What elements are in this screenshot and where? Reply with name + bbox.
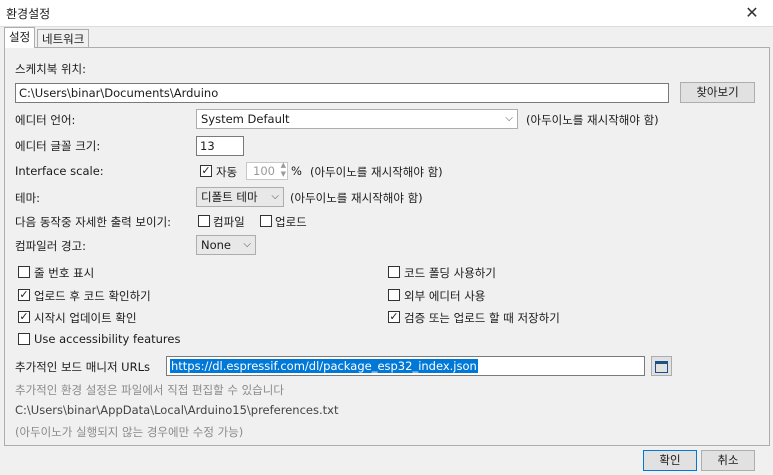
interface-scale-label: Interface scale: bbox=[15, 164, 104, 178]
spinner-arrows-icon: ▲ ▼ bbox=[280, 161, 286, 178]
verbose-upload-label: 업로드 bbox=[275, 215, 307, 229]
chevron-down-icon: ⌵ bbox=[271, 191, 279, 202]
verbose-output-label: 다음 동작중 자세한 출력 보이기: bbox=[15, 215, 172, 229]
chevron-down-icon: ⌵ bbox=[243, 239, 251, 250]
editor-language-label: 에디터 언어: bbox=[15, 113, 76, 127]
line-numbers-label: 줄 번호 표시 bbox=[34, 266, 95, 280]
cancel-button[interactable]: 취소 bbox=[701, 450, 755, 471]
verbose-compile-label: 컴파일 bbox=[213, 215, 245, 229]
window-icon bbox=[655, 361, 668, 373]
font-size-input[interactable]: 13 bbox=[196, 136, 244, 156]
scale-spinner[interactable]: 100 ▲ ▼ bbox=[246, 161, 288, 180]
verbose-compile-checkbox[interactable] bbox=[198, 215, 210, 227]
board-manager-urls-input[interactable]: https://dl.espressif.com/dl/package_esp3… bbox=[166, 356, 645, 376]
preferences-path: C:\Users\binar\AppData\Local\Arduino15\p… bbox=[15, 403, 339, 417]
browse-button[interactable]: 찾아보기 bbox=[680, 82, 755, 103]
accessibility-checkbox[interactable] bbox=[18, 333, 30, 345]
scale-value: 100 bbox=[253, 164, 275, 178]
code-folding-label: 코드 폴딩 사용하기 bbox=[404, 266, 496, 280]
theme-note: (아두이노를 재시작해야 함) bbox=[290, 191, 423, 205]
auto-scale-label: 자동 bbox=[216, 165, 238, 179]
code-folding-checkbox[interactable] bbox=[388, 266, 400, 278]
editor-language-value: System Default bbox=[201, 112, 290, 126]
compiler-warnings-value: None bbox=[201, 238, 232, 252]
ok-button[interactable]: 확인 bbox=[643, 450, 697, 471]
sketchbook-label: 스케치북 위치: bbox=[15, 62, 87, 76]
editor-language-note: (아두이노를 재시작해야 함) bbox=[526, 113, 659, 127]
settings-panel: 스케치북 위치: C:\Users\binar\Documents\Arduin… bbox=[4, 47, 770, 446]
theme-label: 테마: bbox=[15, 191, 41, 205]
info-line-3: (아두이노가 실행되지 않는 경우에만 수정 가능) bbox=[15, 425, 244, 439]
window-title: 환경설정 bbox=[6, 7, 51, 21]
compiler-warnings-label: 컴파일러 경고: bbox=[15, 239, 87, 253]
board-urls-window-button[interactable] bbox=[651, 356, 672, 376]
line-numbers-checkbox[interactable] bbox=[18, 266, 30, 278]
tab-network[interactable]: 네트워크 bbox=[37, 29, 90, 48]
theme-value: 디폴트 테마 bbox=[201, 190, 258, 204]
save-on-verify-checkbox[interactable]: ✓ bbox=[388, 311, 400, 323]
compiler-warnings-select[interactable]: None ⌵ bbox=[196, 235, 256, 255]
editor-language-select[interactable]: System Default ⌵ bbox=[196, 109, 518, 129]
external-editor-checkbox[interactable] bbox=[388, 289, 400, 301]
interface-scale-note: (아두이노를 재시작해야 함) bbox=[310, 165, 443, 179]
board-manager-url-selected: https://dl.espressif.com/dl/package_esp3… bbox=[170, 359, 478, 373]
close-icon[interactable]: ✕ bbox=[737, 0, 767, 26]
save-on-verify-label: 검증 또는 업로드 할 때 저장하기 bbox=[404, 311, 560, 325]
verbose-upload-checkbox[interactable] bbox=[260, 215, 272, 227]
title-bar: 환경설정 ✕ bbox=[0, 0, 773, 27]
chevron-down-icon: ⌵ bbox=[505, 113, 513, 124]
theme-select[interactable]: 디폴트 테마 ⌵ bbox=[196, 187, 284, 207]
verify-after-upload-label: 업로드 후 코드 확인하기 bbox=[34, 289, 151, 303]
board-manager-label: 추가적인 보드 매니저 URLs bbox=[15, 360, 150, 374]
external-editor-label: 외부 에디터 사용 bbox=[404, 289, 486, 303]
info-line-1: 추가적인 환경 설정은 파일에서 직접 편집할 수 있습니다 bbox=[15, 383, 284, 397]
tab-settings[interactable]: 설정 bbox=[4, 27, 36, 48]
auto-scale-checkbox[interactable]: ✓ bbox=[200, 165, 212, 177]
scale-unit: % bbox=[291, 164, 302, 178]
font-size-label: 에디터 글꼴 크기: bbox=[15, 139, 101, 153]
check-updates-checkbox[interactable]: ✓ bbox=[18, 311, 30, 323]
accessibility-label: Use accessibility features bbox=[34, 332, 181, 346]
sketchbook-path-input[interactable]: C:\Users\binar\Documents\Arduino bbox=[15, 83, 669, 103]
check-updates-label: 시작시 업데이트 확인 bbox=[34, 311, 137, 325]
verify-after-upload-checkbox[interactable]: ✓ bbox=[18, 289, 30, 301]
